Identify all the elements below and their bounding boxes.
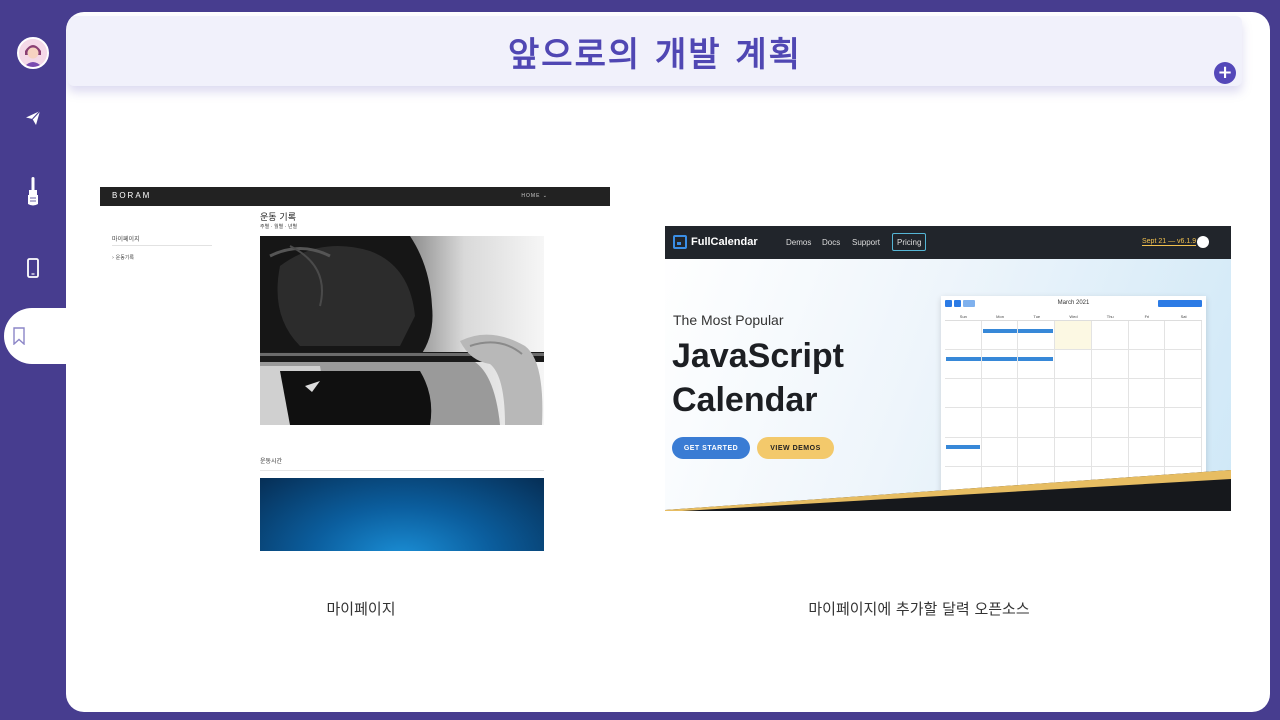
cal-day-cell — [1091, 379, 1129, 409]
cal-day-cell — [1018, 408, 1056, 438]
cal-day-cell — [945, 437, 982, 467]
cal-day-cell — [1055, 379, 1092, 409]
cal-day-cell — [1055, 437, 1092, 467]
fc-nav-demos: Demos — [786, 238, 812, 247]
cal-view-switcher — [1158, 300, 1202, 307]
cal-day-cell — [1018, 350, 1056, 380]
avatar — [17, 37, 49, 69]
fc-hero-title: JavaScript Calendar — [672, 337, 844, 419]
cal-day-cell — [1128, 350, 1166, 380]
cal-day-cell — [1128, 408, 1166, 438]
mypage-screenshot: BORAM HOME ⌄ 마이페이지 › 운동기록 운동 기록 주별 · 월별 … — [100, 187, 610, 551]
cal-day-cell — [1055, 408, 1092, 438]
site-subheading: 주별 · 월별 · 년별 — [260, 224, 298, 230]
site-sidebar-item: › 운동기록 — [112, 255, 134, 261]
page-title: 앞으로의 개발 계획 — [508, 34, 802, 75]
cal-day-cell — [1091, 408, 1129, 438]
cal-day-cell — [1018, 321, 1056, 351]
send-icon — [26, 110, 41, 125]
cal-weekday: Sun — [959, 314, 967, 319]
cal-day-cell — [981, 350, 1019, 380]
bookmark-icon — [13, 327, 25, 345]
github-icon — [1197, 236, 1209, 248]
cal-day-cell — [981, 408, 1019, 438]
divider — [112, 245, 212, 246]
cal-day-cell — [1165, 437, 1202, 467]
barbell-photo-illustration — [260, 236, 544, 425]
sidebar-item-mobile[interactable] — [0, 240, 66, 296]
blue-banner-image — [260, 478, 544, 551]
site-heading: 운동 기록 — [260, 213, 296, 223]
add-button[interactable]: + — [1214, 62, 1236, 84]
caption-calendar: 마이페이지에 추가할 달력 오픈소스 — [808, 600, 1030, 618]
fc-brand: FullCalendar — [691, 236, 758, 248]
cal-day-cell — [981, 321, 1019, 351]
cal-day-cell — [1128, 379, 1166, 409]
cal-weekday-header: Sun Mon Tue Wed Thu Fri Sat — [945, 313, 1202, 321]
fc-tagline: The Most Popular — [673, 312, 784, 328]
decorative-stripe — [665, 470, 1231, 511]
fc-nav-docs: Docs — [822, 238, 841, 247]
cal-day-cell — [1165, 379, 1202, 409]
fc-nav-support: Support — [852, 238, 881, 247]
cal-day-cell — [1055, 350, 1092, 380]
cal-day-cell — [945, 321, 982, 351]
cal-day-cell — [1018, 437, 1056, 467]
cal-weekday: Tue — [1033, 314, 1041, 319]
fc-nav-pricing: Pricing — [892, 233, 927, 251]
cal-day-cell — [1055, 321, 1092, 351]
workout-photo — [260, 236, 544, 425]
site-header: BORAM HOME ⌄ — [100, 187, 610, 206]
sidebar — [0, 0, 78, 720]
cal-day-cell — [1128, 437, 1166, 467]
cal-day-cell — [1091, 321, 1129, 351]
divider — [260, 470, 544, 471]
cal-weekday: Mon — [996, 314, 1004, 319]
calendar-logo-icon — [673, 235, 687, 249]
cal-day-cell — [1165, 350, 1202, 380]
cal-day-cell — [1091, 350, 1129, 380]
avatar-icon — [19, 39, 47, 67]
site-sidebar-title: 마이페이지 — [112, 236, 140, 243]
cal-weekday: Fri — [1144, 314, 1150, 319]
sidebar-item-design[interactable] — [0, 164, 66, 220]
plus-icon: + — [1217, 62, 1233, 83]
cal-day-cell — [981, 437, 1019, 467]
site-logo: BORAM — [112, 191, 152, 200]
cal-day-cell — [945, 350, 982, 380]
cal-day-cell — [1165, 408, 1202, 438]
cal-day-cell — [1128, 321, 1166, 351]
fc-version: Sept 21 — v6.1.9 — [1142, 238, 1197, 246]
cal-weekday: Thu — [1106, 314, 1114, 319]
site-section-heading: 운동시간 — [260, 458, 283, 465]
title-banner: 앞으로의 개발 계획 + — [68, 16, 1242, 86]
sidebar-item-profile[interactable] — [0, 25, 66, 81]
fullcalendar-screenshot: FullCalendar Demos Docs Support Pricing … — [665, 226, 1231, 511]
caption-mypage: 마이페이지 — [326, 600, 396, 618]
cal-day-cell — [1018, 379, 1056, 409]
fc-get-started-button: GET STARTED — [672, 437, 750, 459]
cal-day-cell — [1165, 321, 1202, 351]
mobile-icon — [27, 258, 39, 278]
cal-day-cell — [1091, 437, 1129, 467]
sidebar-item-send[interactable] — [0, 90, 66, 146]
fc-view-demos-button: VIEW DEMOS — [757, 437, 834, 459]
cal-day-cell — [945, 379, 982, 409]
cal-day-cell — [981, 379, 1019, 409]
cal-weekday: Wed — [1069, 314, 1078, 319]
cal-weekday: Sat — [1180, 314, 1187, 319]
brush-icon — [28, 177, 38, 206]
site-nav-home: HOME ⌄ — [521, 193, 548, 199]
fc-navbar: FullCalendar Demos Docs Support Pricing … — [665, 226, 1231, 259]
cal-day-cell — [945, 408, 982, 438]
main-card: 앞으로의 개발 계획 + BORAM HOME ⌄ 마이페이지 › 운동기록 운… — [66, 12, 1270, 712]
